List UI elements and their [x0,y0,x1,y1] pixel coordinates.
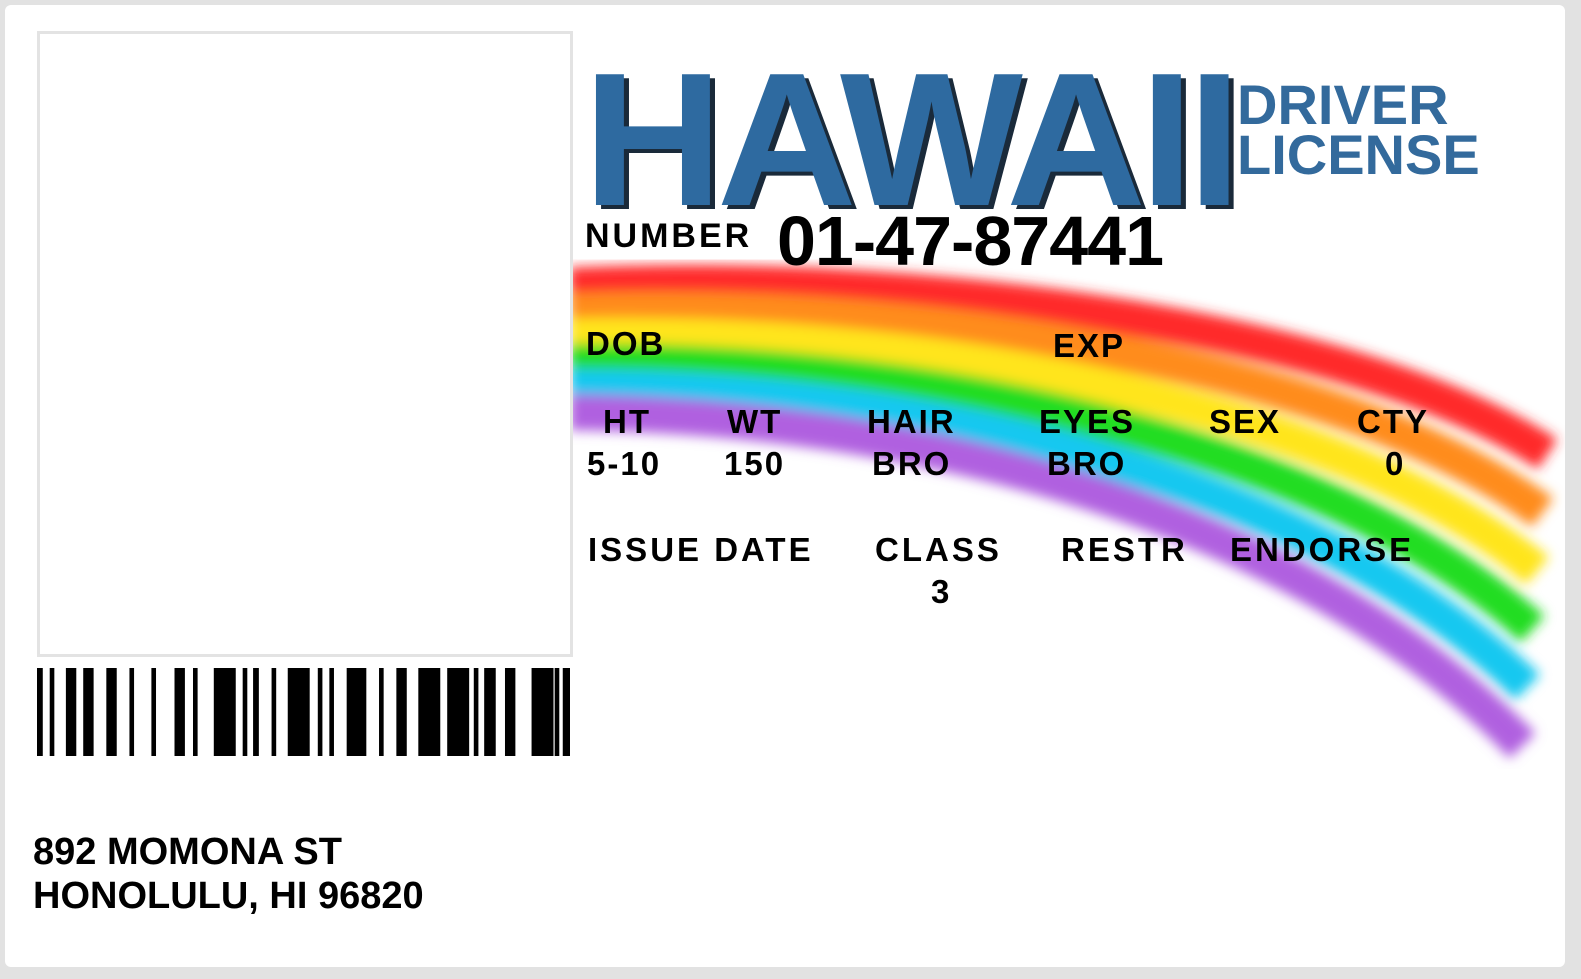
barcode-bar [447,668,470,756]
dob-label: DOB [586,325,666,362]
exp-label: EXP [1053,327,1126,364]
sex-label: SEX [1209,403,1282,440]
barcode-bar [65,668,77,756]
cty-value: 0 [1385,445,1406,482]
barcode-bar [418,668,441,756]
class-label: CLASS [875,531,1002,568]
barcode-bar [317,668,323,756]
eyes-value: BRO [1047,445,1127,482]
doc-type-line2: LICENSE [1237,123,1480,186]
issue-date-label: ISSUE DATE [588,531,814,568]
barcode-bar [106,668,117,756]
address-line1: 892 MOMONA ST [33,831,342,873]
driver-license-card: HAWAII DRIVER LICENSE NUMBER 01-47-87441… [5,5,1565,967]
barcode-bar [49,668,55,756]
cty-label: CTY [1357,403,1429,440]
restr-label: RESTR [1061,531,1188,568]
license-number: 01-47-87441 [777,202,1164,280]
barcode-bar [213,668,236,756]
barcode-bar [253,668,259,756]
barcode-bar [192,668,198,756]
class-value: 3 [931,573,952,610]
barcode-bar [554,668,560,756]
barcode-bar [484,668,496,756]
barcode-bar [129,668,135,756]
barcode-bar [287,668,310,756]
endorse-label: ENDORSE [1230,531,1415,568]
address-line2: HONOLULU, HI 96820 [33,875,424,917]
barcode-bar [329,668,334,756]
hair-value: BRO [872,445,952,482]
barcode-bar [379,668,384,756]
barcode-bar [151,668,157,756]
barcode-bar [174,668,185,756]
photo-placeholder [37,31,573,657]
ht-label: HT [603,403,651,440]
barcode [37,668,570,756]
barcode-bar [396,668,407,756]
wt-label: WT [727,403,783,440]
barcode-bar [504,668,516,756]
number-label: NUMBER [585,217,753,255]
barcode-bar [562,668,570,756]
barcode-bar [531,668,554,756]
barcode-bar [346,668,367,756]
hair-label: HAIR [867,403,956,440]
barcode-bar [242,668,248,756]
eyes-label: EYES [1039,403,1136,440]
barcode-bar [83,668,94,756]
barcode-bar [37,668,43,756]
barcode-bar [271,668,277,756]
wt-value: 150 [724,445,786,482]
barcode-bar [473,668,479,756]
ht-value: 5-10 [587,445,662,482]
